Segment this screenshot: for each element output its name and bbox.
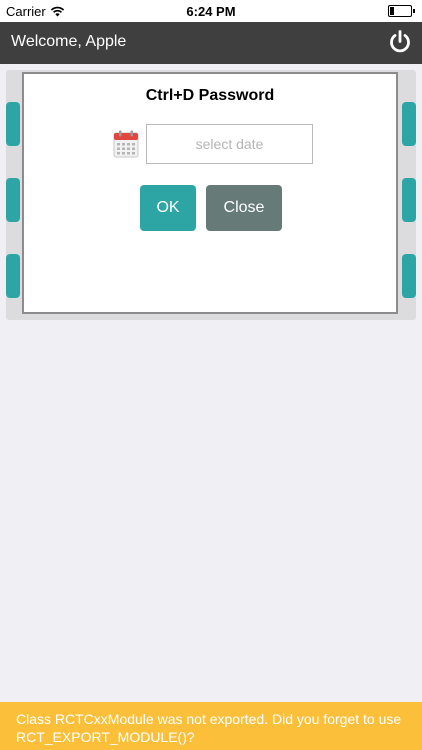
ok-button[interactable]: OK	[140, 185, 196, 231]
warning-banner[interactable]: Class RCTCxxModule was not exported. Did…	[0, 702, 422, 750]
background-tab-right-2	[402, 178, 416, 222]
warning-message: Class RCTCxxModule was not exported. Did…	[16, 711, 402, 745]
battery-fill	[390, 7, 394, 15]
background-tab-right-1	[402, 102, 416, 146]
modal-title: Ctrl+D Password	[145, 87, 275, 104]
background-tab-left-1	[6, 102, 20, 146]
status-time: 6:24 PM	[186, 4, 236, 19]
battery-icon	[388, 5, 415, 17]
password-modal: Ctrl+D Password OK Close	[22, 72, 398, 314]
date-input[interactable]	[146, 124, 313, 164]
close-button[interactable]: Close	[206, 185, 282, 231]
app-header: Welcome, Apple	[0, 22, 422, 64]
power-icon[interactable]	[388, 29, 412, 55]
background-tab-left-3	[6, 254, 20, 298]
background-tab-right-3	[402, 254, 416, 298]
calendar-icon[interactable]	[113, 130, 139, 158]
status-bar: Carrier 6:24 PM	[0, 0, 422, 22]
background-tab-left-2	[6, 178, 20, 222]
welcome-title: Welcome, Apple	[11, 33, 127, 50]
